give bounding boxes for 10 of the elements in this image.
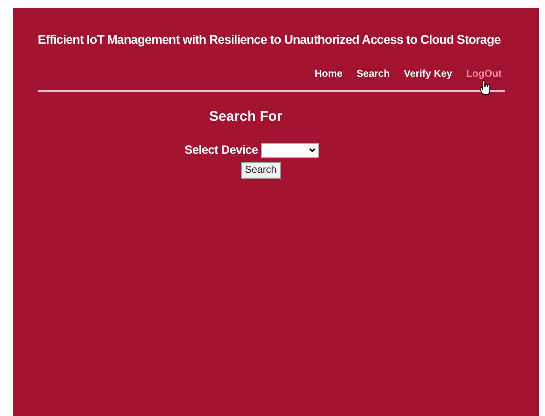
nav-link[interactable]: Verify Key [404,66,452,82]
chevron-down-icon [309,148,316,152]
nav-link[interactable]: Home [314,66,343,82]
page-title: Efficient IoT Management with Resilience to Unauthorized Access to Cloud Storage [38,32,502,48]
section-heading: Search For [209,107,283,126]
search-button[interactable]: Search [241,162,281,179]
hand-cursor-icon [480,80,492,96]
device-select[interactable] [261,142,320,158]
field-label: Select Device [184,142,258,159]
nav-link[interactable]: Search [356,66,390,82]
